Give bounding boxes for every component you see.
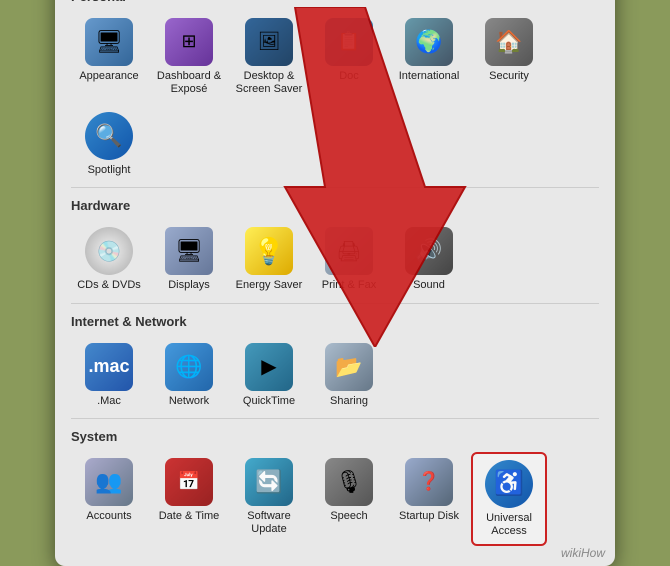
cds-icon: 💿 — [85, 227, 133, 275]
pref-softwareupdate[interactable]: 🔄 Software Update — [231, 452, 307, 546]
displays-label: Displays — [168, 279, 210, 292]
pref-cds[interactable]: 💿 CDs & DVDs — [71, 221, 147, 298]
pref-desktop[interactable]: 🖼 Desktop & Screen Saver — [231, 12, 307, 102]
spotlight-icon: 🔍 — [85, 112, 133, 160]
appearance-label: Appearance — [79, 70, 138, 83]
personal-icons-row: 🖥 Appearance ⊞ Dashboard & Exposé 🖼 Desk… — [71, 12, 599, 184]
desktop-label: Desktop & Screen Saver — [235, 70, 303, 96]
speech-icon: 🎙 — [325, 458, 373, 506]
quicktime-label: QuickTime — [243, 395, 295, 408]
pref-datetime[interactable]: 📅 Date & Time — [151, 452, 227, 546]
network-icon: 🌐 — [165, 343, 213, 391]
pref-quicktime[interactable]: ▶ QuickTime — [231, 337, 307, 414]
pref-print[interactable]: 🖨 Print & Fax — [311, 221, 387, 298]
internet-icons-row: .mac .Mac 🌐 Network ▶ QuickTime 📂 Sharin… — [71, 337, 599, 414]
pref-sharing[interactable]: 📂 Sharing — [311, 337, 387, 414]
sound-icon: 🔊 — [405, 227, 453, 275]
speech-label: Speech — [330, 510, 367, 523]
mac-icon: .mac — [85, 343, 133, 391]
system-preferences-window: ◀ ▶ Show All System Preferences 🔍 Person… — [55, 0, 615, 566]
softwareupdate-icon: 🔄 — [245, 458, 293, 506]
pref-international[interactable]: 🌍 International — [391, 12, 467, 102]
universalaccess-icon: ♿ — [485, 460, 533, 508]
spotlight-label: Spotlight — [88, 164, 131, 177]
pref-sound[interactable]: 🔊 Sound — [391, 221, 467, 298]
print-icon: 🖨 — [325, 227, 373, 275]
print-label: Print & Fax — [322, 279, 376, 292]
pref-security[interactable]: 🏠 Security — [471, 12, 547, 102]
pref-mac[interactable]: .mac .Mac — [71, 337, 147, 414]
pref-appearance[interactable]: 🖥 Appearance — [71, 12, 147, 102]
dashboard-label: Dashboard & Exposé — [155, 70, 223, 96]
section-internet-title: Internet & Network — [71, 314, 599, 329]
pref-network[interactable]: 🌐 Network — [151, 337, 227, 414]
preferences-content: Personal 🖥 Appearance ⊞ Dashboard & Expo… — [55, 0, 615, 566]
energy-icon: 💡 — [245, 227, 293, 275]
pref-spotlight[interactable]: 🔍 Spotlight — [71, 106, 147, 183]
pref-universalaccess[interactable]: ♿ Universal Access — [471, 452, 547, 546]
sharing-icon: 📂 — [325, 343, 373, 391]
datetime-label: Date & Time — [159, 510, 220, 523]
wikihow-watermark: wikiHow — [561, 546, 605, 560]
startupdisk-icon: ❓ — [405, 458, 453, 506]
international-label: International — [399, 70, 460, 83]
section-hardware-title: Hardware — [71, 198, 599, 213]
desktop-icon: 🖼 — [245, 18, 293, 66]
dashboard-icon: ⊞ — [165, 18, 213, 66]
displays-icon: 🖥 — [165, 227, 213, 275]
sound-label: Sound — [413, 279, 445, 292]
accounts-icon: 👥 — [85, 458, 133, 506]
divider-internet — [71, 418, 599, 419]
universalaccess-label: Universal Access — [477, 512, 541, 538]
cds-label: CDs & DVDs — [77, 279, 141, 292]
divider-hardware — [71, 303, 599, 304]
accounts-label: Accounts — [86, 510, 131, 523]
section-personal-title: Personal — [71, 0, 599, 4]
quicktime-icon: ▶ — [245, 343, 293, 391]
pref-startupdisk[interactable]: ❓ Startup Disk — [391, 452, 467, 546]
mac-label: .Mac — [97, 395, 121, 408]
softwareupdate-label: Software Update — [235, 510, 303, 536]
pref-accounts[interactable]: 👥 Accounts — [71, 452, 147, 546]
pref-energy[interactable]: 💡 Energy Saver — [231, 221, 307, 298]
sharing-label: Sharing — [330, 395, 368, 408]
doc-label: Doc — [339, 70, 359, 83]
doc-icon: 📋 — [325, 18, 373, 66]
system-icons-row: 👥 Accounts 📅 Date & Time 🔄 Software Upda… — [71, 452, 599, 546]
hardware-icons-row: 💿 CDs & DVDs 🖥 Displays 💡 Energy Saver 🖨… — [71, 221, 599, 298]
pref-displays[interactable]: 🖥 Displays — [151, 221, 227, 298]
security-label: Security — [489, 70, 529, 83]
appearance-icon: 🖥 — [85, 18, 133, 66]
security-icon: 🏠 — [485, 18, 533, 66]
network-label: Network — [169, 395, 209, 408]
startupdisk-label: Startup Disk — [399, 510, 459, 523]
international-icon: 🌍 — [405, 18, 453, 66]
pref-speech[interactable]: 🎙 Speech — [311, 452, 387, 546]
pref-dashboard[interactable]: ⊞ Dashboard & Exposé — [151, 12, 227, 102]
energy-label: Energy Saver — [236, 279, 303, 292]
pref-doc[interactable]: 📋 Doc — [311, 12, 387, 102]
datetime-icon: 📅 — [165, 458, 213, 506]
section-system-title: System — [71, 429, 599, 444]
divider-personal — [71, 187, 599, 188]
